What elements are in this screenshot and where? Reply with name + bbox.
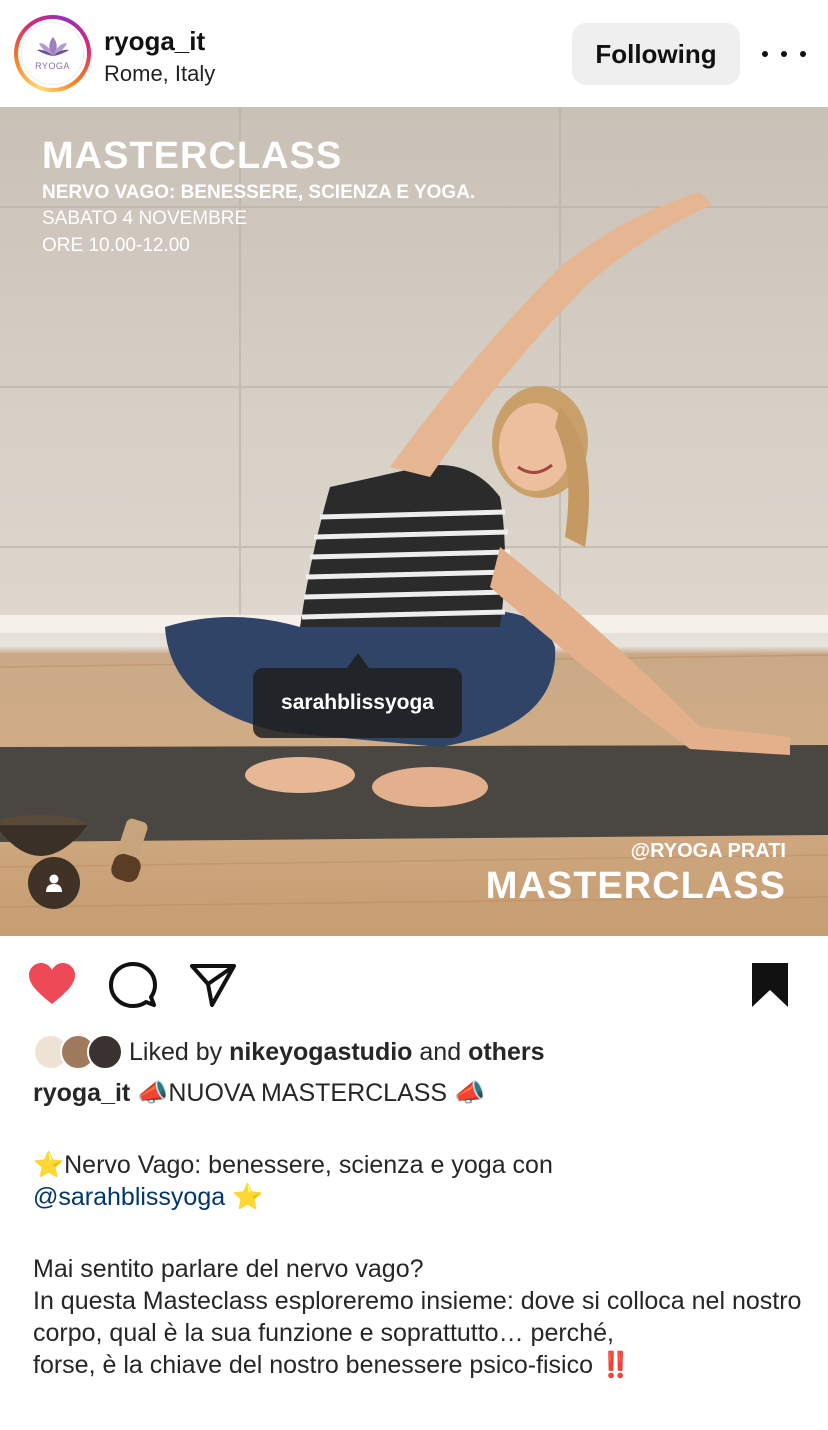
overlay-time: ORE 10.00-12.00 — [42, 235, 190, 256]
overlay-brand: MASTERCLASS — [485, 865, 786, 907]
caption-line: forse, è la chiave del nostro benessere … — [33, 1351, 632, 1379]
user-tag-icon[interactable] — [28, 857, 80, 909]
comment-icon[interactable] — [108, 960, 158, 1010]
post-header: RYOGA ryoga_it Rome, Italy Following — [0, 0, 828, 107]
overlay-title: MASTERCLASS — [42, 135, 343, 177]
following-button[interactable]: Following — [572, 23, 740, 85]
caption-line: Mai sentito parlare del nervo vago? — [33, 1255, 424, 1283]
first-liker-link[interactable]: nikeyogastudio — [229, 1038, 412, 1066]
post-photo[interactable]: MASTERCLASS NERVO VAGO: BENESSERE, SCIEN… — [0, 107, 828, 936]
liker-avatars — [33, 1034, 123, 1070]
caption-mention[interactable]: @sarahblissyoga — [33, 1183, 225, 1211]
ryoga-logo: RYOGA — [21, 22, 84, 85]
post-caption: ryoga_it 📣NUOVA MASTERCLASS 📣 ⭐️Nervo Va… — [33, 1079, 802, 1379]
likes-row[interactable]: Liked by nikeyogastudio and others — [33, 1033, 544, 1071]
caption-line: 📣NUOVA MASTERCLASS 📣 — [130, 1079, 486, 1107]
tag-bubble-arrow — [347, 653, 369, 668]
post-location[interactable]: Rome, Italy — [104, 61, 215, 87]
liker-avatar — [87, 1034, 123, 1070]
likes-text: Liked by nikeyogastudio and others — [129, 1037, 545, 1066]
profile-avatar[interactable]: RYOGA — [14, 15, 91, 92]
share-icon[interactable] — [188, 960, 238, 1010]
others-link[interactable]: others — [468, 1038, 544, 1066]
more-icon[interactable] — [762, 40, 806, 68]
caption-username[interactable]: ryoga_it — [33, 1079, 130, 1107]
overlay-date: SABATO 4 NOVEMBRE — [42, 208, 248, 229]
heart-icon[interactable] — [27, 960, 77, 1010]
caption-line: ⭐️Nervo Vago: benessere, scienza e yoga … — [33, 1151, 553, 1179]
post-username[interactable]: ryoga_it — [104, 26, 205, 57]
caption-line: In questa Masteclass esploreremo insieme… — [33, 1287, 802, 1347]
overlay-subtitle: NERVO VAGO: BENESSERE, SCIENZA E YOGA. — [42, 182, 476, 203]
overlay-handle: @RYOGA PRATI — [630, 840, 786, 862]
bookmark-icon[interactable] — [748, 960, 798, 1010]
user-tag-bubble[interactable]: sarahblissyoga — [253, 668, 462, 738]
action-bar — [0, 936, 828, 1036]
